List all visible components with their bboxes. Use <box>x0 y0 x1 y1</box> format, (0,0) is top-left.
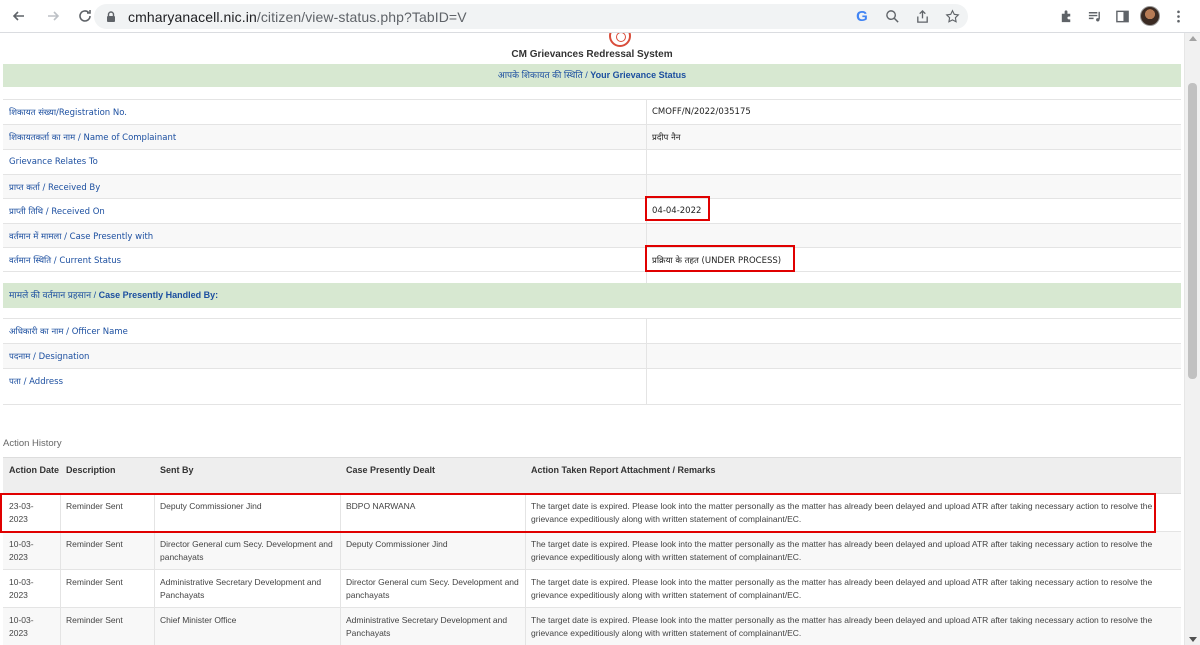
officer-label: पदनाम / Designation <box>9 352 90 362</box>
url-host: cmharyanacell.nic.in <box>128 8 257 25</box>
officer-heading-hindi: मामले की वर्तमान प्रहसान / <box>9 290 99 300</box>
grievance-status-heading: आपके शिकायत की स्थिति / Your Grievance S… <box>3 64 1181 87</box>
table-row: 10-03-2023 Reminder Sent Administrative … <box>3 570 1181 608</box>
officer-row-designation: पदनाम / Designation <box>3 343 1181 368</box>
status-heading-hindi: आपके शिकायत की स्थिति / <box>497 70 591 80</box>
row-description: Reminder Sent <box>66 539 123 549</box>
col-remarks: Action Taken Report Attachment / Remarks <box>531 465 716 475</box>
url-path: /citizen/view-status.php?TabID=V <box>256 8 467 25</box>
row-sent-by: Chief Minister Office <box>160 615 237 625</box>
officer-row-name: अधिकारी का नाम / Officer Name <box>3 318 1181 343</box>
officer-heading: मामले की वर्तमान प्रहसान / Case Presentl… <box>3 283 1181 308</box>
table-row: 10-03-2023 Reminder Sent Director Genera… <box>3 532 1181 570</box>
scroll-up-arrow-icon[interactable] <box>1189 36 1197 41</box>
detail-label: Grievance Relates To <box>9 157 98 167</box>
media-playlist-icon[interactable] <box>1084 6 1104 26</box>
profile-avatar[interactable] <box>1140 6 1160 26</box>
row-dealt: Director General cum Secy. Development a… <box>346 577 519 600</box>
detail-label: प्राप्त कर्ता / Received By <box>9 183 101 193</box>
officer-label: पता / Address <box>9 377 63 387</box>
row-dealt: Administrative Secretary Development and… <box>346 615 508 638</box>
scroll-down-arrow-icon[interactable] <box>1189 637 1197 642</box>
forward-button[interactable] <box>42 5 64 27</box>
back-button[interactable] <box>8 5 30 27</box>
row-remarks: The target date is expired. Please look … <box>531 577 1153 600</box>
extensions-puzzle-icon[interactable] <box>1056 6 1076 26</box>
row-description: Reminder Sent <box>66 615 123 625</box>
detail-label: शिकायतकर्ता का नाम / Name of Complainant <box>9 133 177 143</box>
detail-row-received-on: प्राप्ती तिथि / Received On 04-04-2022 <box>3 198 1181 223</box>
row-remarks: The target date is expired. Please look … <box>531 539 1153 562</box>
row-date: 10-03-2023 <box>9 539 34 562</box>
google-lens-icon[interactable]: G <box>852 7 872 27</box>
browser-toolbar: cmharyanacell.nic.in/citizen/view-status… <box>0 0 1200 33</box>
page-content: CM Grievances Redressal System आपके शिका… <box>0 33 1184 645</box>
col-description: Description <box>66 465 116 475</box>
row-sent-by: Administrative Secretary Development and… <box>160 577 322 600</box>
row-description: Reminder Sent <box>66 577 123 587</box>
row-dealt: Deputy Commissioner Jind <box>346 539 448 549</box>
kebab-menu-icon[interactable] <box>1168 6 1188 26</box>
side-panel-icon[interactable] <box>1112 6 1132 26</box>
zoom-icon[interactable] <box>882 7 902 27</box>
status-heading-english: Your Grievance Status <box>590 70 687 80</box>
current-status-highlight <box>645 245 795 272</box>
url-text: cmharyanacell.nic.in/citizen/view-status… <box>128 9 467 25</box>
reload-button[interactable] <box>74 5 96 27</box>
page-scrollbar[interactable] <box>1184 33 1200 645</box>
detail-row-current-status: वर्तमान स्थिति / Current Status प्रक्रिय… <box>3 247 1181 271</box>
officer-heading-english: Case Presently Handled By: <box>98 290 219 300</box>
forward-arrow-icon <box>48 11 60 21</box>
bookmark-star-icon[interactable] <box>942 7 962 27</box>
reload-icon <box>79 10 91 22</box>
detail-row-registration: शिकायत संख्या/Registration No. CMOFF/N/2… <box>3 99 1181 124</box>
history-table-header: Action Date Description Sent By Case Pre… <box>3 457 1181 494</box>
row-date: 10-03-2023 <box>9 577 34 600</box>
site-title: CM Grievances Redressal System <box>511 49 673 60</box>
detail-row-complainant: शिकायतकर्ता का नाम / Name of Complainant… <box>3 124 1181 149</box>
detail-spacer <box>3 271 1181 283</box>
action-history-title: Action History <box>3 438 62 449</box>
row-date: 10-03-2023 <box>9 615 34 638</box>
detail-label: वर्तमान में मामला / Case Presently with <box>9 232 154 242</box>
table-row: 10-03-2023 Reminder Sent Chief Minister … <box>3 608 1181 645</box>
address-bar[interactable]: cmharyanacell.nic.in/citizen/view-status… <box>94 4 968 29</box>
share-icon[interactable] <box>912 7 932 27</box>
detail-row-case-with: वर्तमान में मामला / Case Presently with <box>3 223 1181 248</box>
detail-label: शिकायत संख्या/Registration No. <box>9 108 127 118</box>
detail-label: वर्तमान स्थिति / Current Status <box>9 256 122 266</box>
detail-row-relates-to: Grievance Relates To <box>3 149 1181 174</box>
row-sent-by: Director General cum Secy. Development a… <box>160 539 333 562</box>
scroll-thumb[interactable] <box>1188 83 1197 379</box>
officer-label: अधिकारी का नाम / Officer Name <box>9 327 128 337</box>
complainant-name: प्रदीप नैन <box>652 133 681 143</box>
registration-number: CMOFF/N/2022/035175 <box>652 107 751 117</box>
officer-row-address: पता / Address <box>3 368 1181 405</box>
col-case-presently-dealt: Case Presently Dealt <box>346 465 436 475</box>
detail-row-received-by: प्राप्त कर्ता / Received By <box>3 174 1181 199</box>
back-arrow-icon <box>12 11 24 21</box>
government-emblem-icon <box>609 33 631 47</box>
detail-label: प्राप्ती तिथि / Received On <box>9 207 105 217</box>
received-on-highlight <box>645 196 710 221</box>
lock-icon <box>107 10 115 22</box>
col-action-date: Action Date <box>9 465 60 475</box>
latest-action-highlight <box>0 493 1156 533</box>
row-remarks: The target date is expired. Please look … <box>531 615 1153 638</box>
col-sent-by: Sent By <box>160 465 194 475</box>
